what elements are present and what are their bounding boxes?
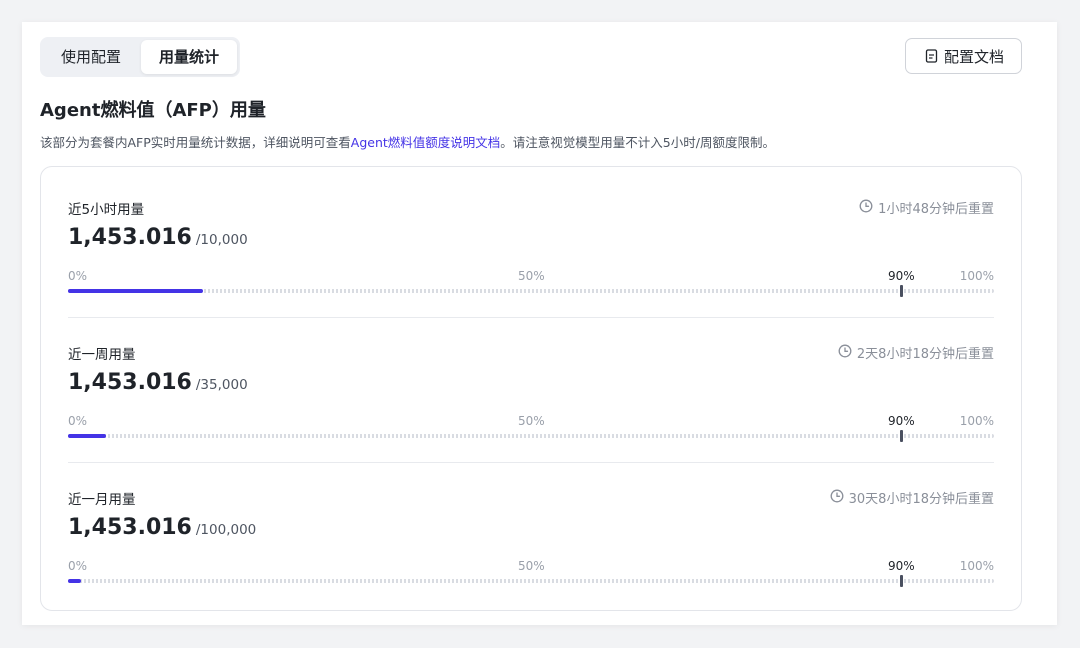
tick-50: 50% — [518, 414, 545, 428]
tick-0: 0% — [68, 269, 88, 283]
clock-icon — [838, 344, 852, 362]
progress-track — [68, 285, 994, 297]
tick-50: 50% — [518, 269, 545, 283]
reset-info: 2天8小时18分钟后重置 — [838, 343, 994, 362]
tab-bar: 使用配置 用量统计 — [40, 37, 241, 77]
usage-panel: 近5小时用量 1小时48分钟后重置 1,453.016/10,000 0% 50… — [40, 166, 1022, 611]
usage-value: 1,453.016/100,000 — [68, 515, 256, 540]
tab-usage-stats[interactable]: 用量统计 — [141, 40, 238, 74]
usage-value: 1,453.016/35,000 — [68, 370, 248, 395]
config-doc-button[interactable]: 配置文档 — [904, 38, 1022, 74]
tick-90: 90% — [888, 414, 915, 428]
tick-90: 90% — [888, 559, 915, 573]
tick-0: 0% — [68, 559, 88, 573]
page-title: Agent燃料值（AFP）用量 — [40, 100, 266, 121]
usage-card: 使用配置 用量统计 配置文档 Agent燃料值（AFP）用量 该部分为套餐内AF… — [22, 22, 1057, 625]
document-icon — [925, 49, 938, 63]
used-amount: 1,453.016 — [68, 225, 192, 250]
used-amount: 1,453.016 — [68, 515, 192, 540]
afp-doc-link[interactable]: Agent燃料值额度说明文档 — [351, 135, 501, 150]
reset-text: 30天8小时18分钟后重置 — [848, 492, 994, 507]
reset-text: 1小时48分钟后重置 — [878, 202, 994, 217]
description-text-before: 该部分为套餐内AFP实时用量统计数据，详细说明可查看 — [40, 135, 351, 150]
progress-fill — [68, 434, 106, 438]
limit-amount: /100,000 — [195, 522, 257, 538]
usage-section-week: 近一周用量 2天8小时18分钟后重置 1,453.016/35,000 0% 5… — [68, 312, 994, 457]
progress-ticks: 0% 50% 90% 100% — [68, 414, 994, 430]
description-text-after: 。请注意视觉模型用量不计入5小时/周额度限制。 — [500, 135, 775, 150]
progress-fill — [68, 579, 81, 583]
progress-track — [68, 575, 994, 587]
section-name: 近5小时用量 — [68, 202, 145, 218]
used-amount: 1,453.016 — [68, 370, 192, 395]
tick-100: 100% — [959, 269, 994, 283]
progress-ticks: 0% 50% 90% 100% — [68, 269, 994, 285]
usage-section-month: 近一月用量 30天8小时18分钟后重置 1,453.016/100,000 0%… — [68, 457, 994, 602]
threshold-marker-90 — [900, 575, 903, 587]
description: 该部分为套餐内AFP实时用量统计数据，详细说明可查看Agent燃料值额度说明文档… — [40, 132, 775, 151]
clock-icon — [830, 489, 844, 507]
tick-100: 100% — [959, 559, 994, 573]
tick-100: 100% — [959, 414, 994, 428]
progress-ticks: 0% 50% 90% 100% — [68, 559, 994, 575]
threshold-marker-90 — [900, 430, 903, 442]
limit-amount: /10,000 — [195, 232, 248, 248]
usage-value: 1,453.016/10,000 — [68, 225, 248, 250]
usage-section-5h: 近5小时用量 1小时48分钟后重置 1,453.016/10,000 0% 50… — [68, 167, 994, 312]
progress-fill — [68, 289, 203, 293]
tick-50: 50% — [518, 559, 545, 573]
tick-90: 90% — [888, 269, 915, 283]
reset-text: 2天8小时18分钟后重置 — [856, 347, 994, 362]
config-doc-label: 配置文档 — [943, 47, 1004, 66]
tab-usage-config[interactable]: 使用配置 — [43, 40, 139, 74]
section-name: 近一周用量 — [68, 347, 136, 363]
section-name: 近一月用量 — [68, 492, 136, 508]
limit-amount: /35,000 — [195, 377, 248, 393]
reset-info: 30天8小时18分钟后重置 — [830, 488, 994, 507]
threshold-marker-90 — [900, 285, 903, 297]
reset-info: 1小时48分钟后重置 — [859, 198, 994, 217]
clock-icon — [859, 199, 873, 217]
progress-track — [68, 430, 994, 442]
tick-0: 0% — [68, 414, 88, 428]
